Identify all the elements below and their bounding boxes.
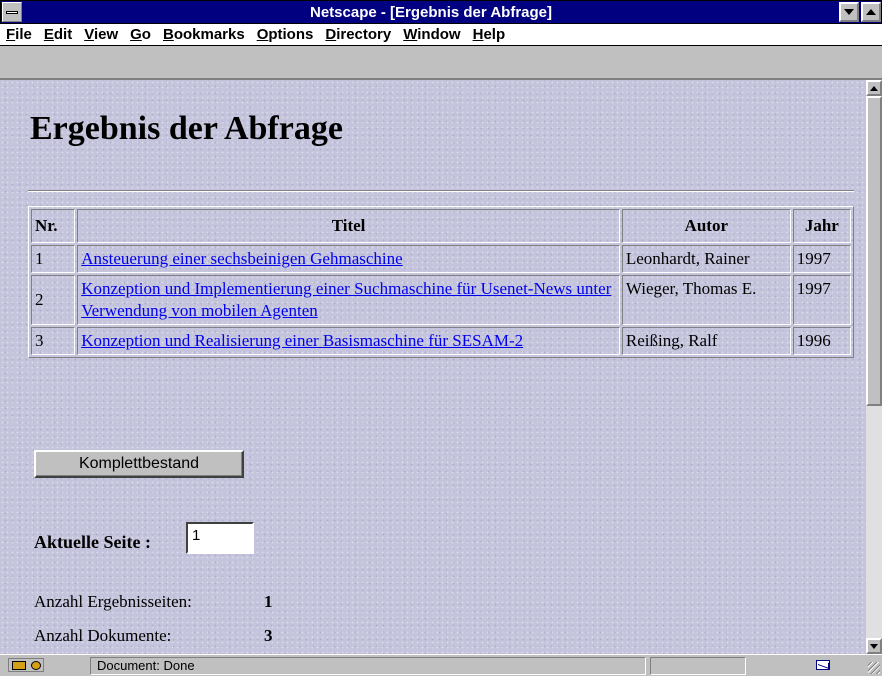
menu-bar: File Edit View Go Bookmarks Options Dire… (0, 24, 882, 46)
maximize-button[interactable] (861, 2, 881, 22)
vertical-scrollbar[interactable] (866, 80, 882, 654)
minimize-icon (844, 9, 854, 15)
menu-edit[interactable]: Edit (40, 26, 80, 43)
header-titel: Titel (77, 209, 620, 243)
menu-directory[interactable]: Directory (321, 26, 399, 43)
security-key-icon (8, 658, 44, 672)
scroll-down-button[interactable] (866, 638, 882, 654)
table-row: 3 Konzeption und Realisierung einer Basi… (31, 327, 851, 355)
cell-jahr: 1996 (792, 327, 851, 355)
cell-jahr: 1997 (792, 245, 851, 273)
table-header-row: Nr. Titel Autor Jahr (31, 209, 851, 243)
window-titlebar: Netscape - [Ergebnis der Abfrage] (0, 0, 882, 24)
cell-titel: Konzeption und Implementierung einer Suc… (77, 275, 620, 325)
menu-view[interactable]: View (80, 26, 126, 43)
menu-go[interactable]: Go (126, 26, 159, 43)
header-nr: Nr. (31, 209, 76, 243)
system-menu-icon[interactable] (2, 2, 22, 22)
minimize-button[interactable] (839, 2, 859, 22)
cell-autor: Wieger, Thomas E. (621, 275, 791, 325)
scroll-up-button[interactable] (866, 80, 882, 96)
menu-file[interactable]: File (2, 26, 40, 43)
cell-nr: 3 (31, 327, 76, 355)
status-text: Document: Done (90, 657, 646, 675)
scroll-track[interactable] (866, 406, 882, 638)
current-page-label: Aktuelle Seite : (34, 532, 151, 552)
result-pages-value: 1 (264, 592, 273, 611)
current-page-input[interactable]: 1 (186, 522, 254, 554)
menu-help[interactable]: Help (469, 26, 514, 43)
cell-nr: 1 (31, 245, 76, 273)
maximize-icon (866, 9, 876, 15)
result-link[interactable]: Konzeption und Realisierung einer Basism… (81, 331, 523, 350)
table-row: 2 Konzeption und Implementierung einer S… (31, 275, 851, 325)
komplettbestand-button[interactable]: Komplettbestand (34, 450, 244, 478)
mail-icon[interactable] (816, 660, 830, 670)
toolbar-area (0, 47, 882, 80)
cell-nr: 2 (31, 275, 76, 325)
header-jahr: Jahr (792, 209, 851, 243)
status-bar: Document: Done (0, 654, 882, 676)
cell-jahr: 1997 (792, 275, 851, 325)
results-table: Nr. Titel Autor Jahr 1 Ansteuerung einer… (28, 206, 854, 358)
horizontal-rule (28, 190, 854, 192)
header-autor: Autor (621, 209, 791, 243)
cell-autor: Reißing, Ralf (621, 327, 791, 355)
result-pages-label: Anzahl Ergebnisseiten: (34, 592, 192, 611)
scroll-thumb[interactable] (866, 96, 882, 406)
page-title: Ergebnis der Abfrage (30, 110, 343, 147)
result-link[interactable]: Konzeption und Implementierung einer Suc… (81, 279, 611, 320)
content-viewport: Ergebnis der Abfrage Nr. Titel Autor Jah… (0, 80, 866, 654)
document-count-value: 3 (264, 626, 273, 645)
resize-grip-icon[interactable] (868, 662, 880, 674)
menu-window[interactable]: Window (399, 26, 468, 43)
arrow-down-icon (870, 643, 878, 649)
cell-titel: Ansteuerung einer sechsbeinigen Gehmasch… (77, 245, 620, 273)
cell-titel: Konzeption und Realisierung einer Basism… (77, 327, 620, 355)
result-link[interactable]: Ansteuerung einer sechsbeinigen Gehmasch… (81, 249, 402, 268)
menu-bookmarks[interactable]: Bookmarks (159, 26, 253, 43)
table-row: 1 Ansteuerung einer sechsbeinigen Gehmas… (31, 245, 851, 273)
window-title: Netscape - [Ergebnis der Abfrage] (310, 4, 552, 21)
cell-autor: Leonhardt, Rainer (621, 245, 791, 273)
arrow-up-icon (870, 85, 878, 91)
status-progress-panel (650, 657, 746, 675)
document-count-label: Anzahl Dokumente: (34, 626, 172, 645)
menu-options[interactable]: Options (253, 26, 322, 43)
